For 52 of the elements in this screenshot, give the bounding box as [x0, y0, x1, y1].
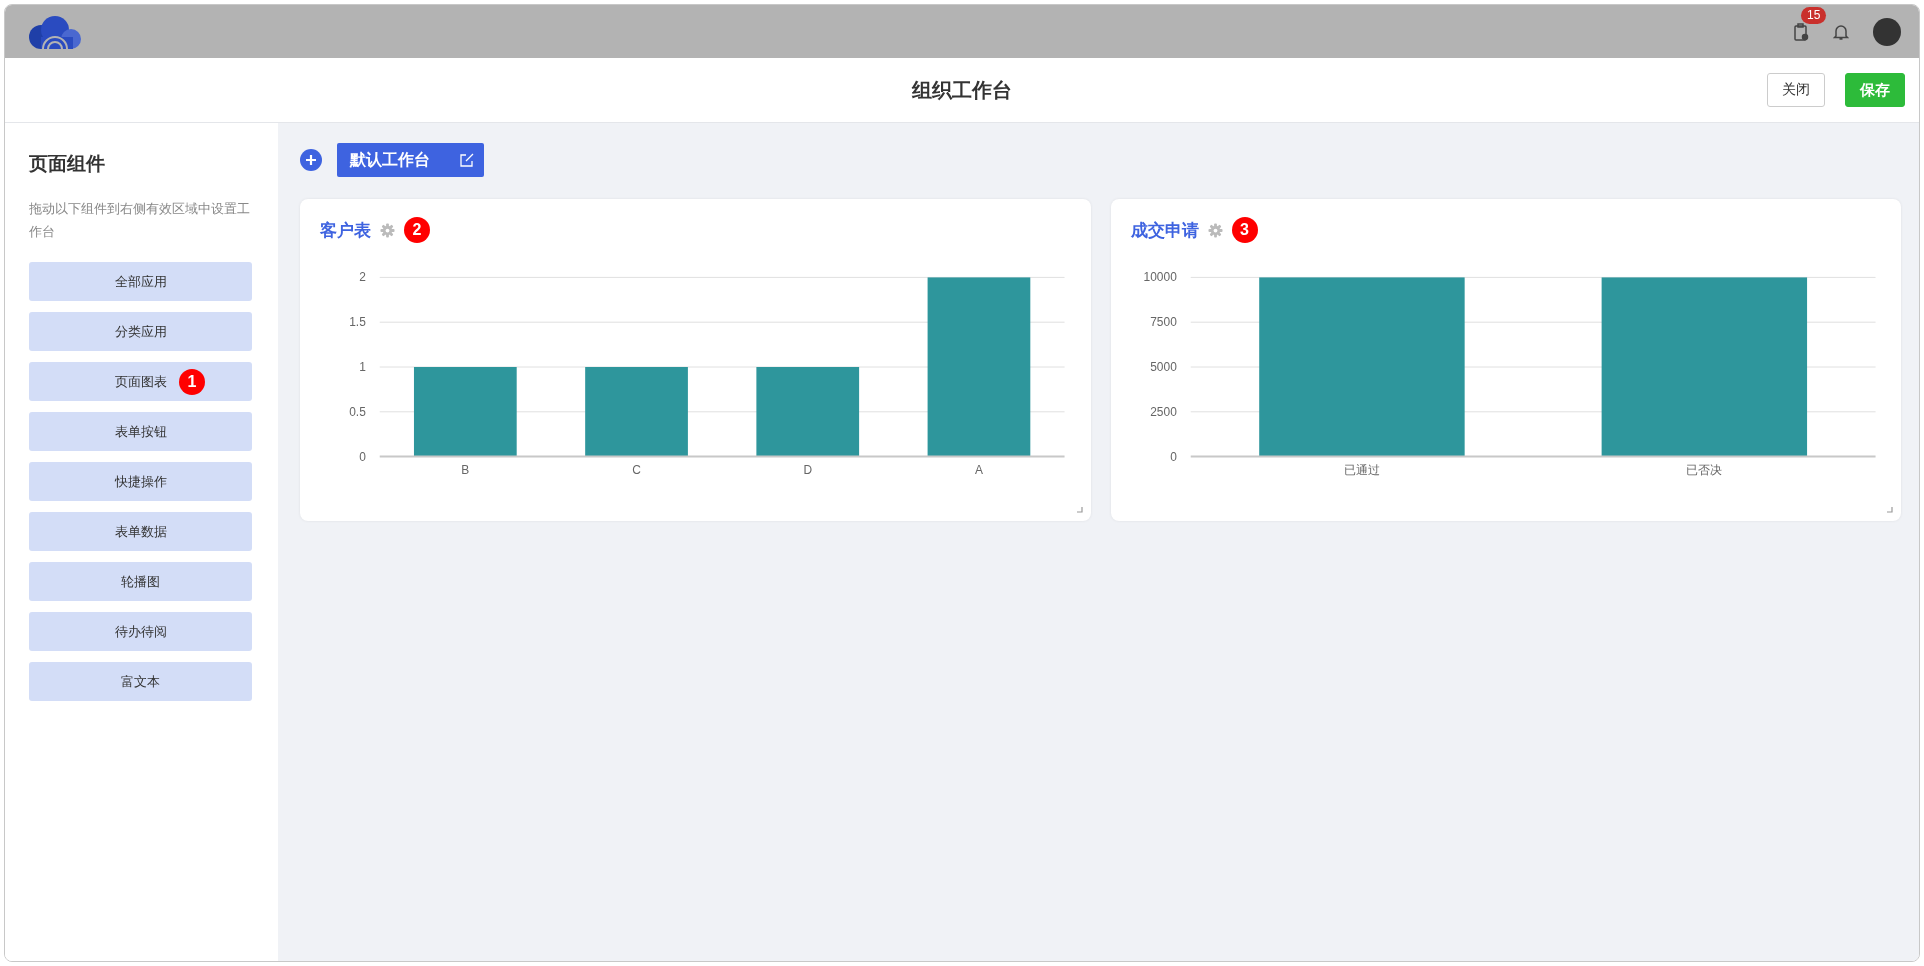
edit-icon[interactable] [460, 153, 474, 167]
panel-hint: 拖动以下组件到右侧有效区域中设置工作台 [29, 200, 251, 241]
workspace-tab[interactable]: 默认工作台 [337, 143, 484, 177]
resize-handle-icon[interactable] [1887, 507, 1893, 513]
bar[interactable] [585, 367, 688, 457]
axis-tick-label: 1.5 [349, 315, 366, 330]
bar[interactable] [413, 367, 517, 457]
bar[interactable] [1601, 277, 1807, 457]
resize-handle-icon[interactable] [1076, 507, 1083, 513]
component-item[interactable]: 表单数据 [114, 522, 167, 541]
bar[interactable] [927, 277, 1031, 457]
add-icon[interactable] [300, 149, 322, 171]
card-title: 成交申请 [1130, 219, 1199, 242]
axis-tick-label: 2 [359, 270, 366, 285]
axis-tick-label: 1 [359, 360, 366, 374]
axis-category-label: D [803, 463, 813, 477]
axis-tick-label: 0 [1169, 449, 1177, 464]
settings-icon[interactable] [380, 222, 395, 238]
axis-category-label: B [461, 463, 470, 477]
clipboard-icon[interactable] [1793, 22, 1809, 41]
component-item[interactable]: 分类应用 [114, 322, 167, 341]
axis-category-label: 已否决 [1685, 463, 1722, 477]
close-button[interactable]: 关闭 [1767, 73, 1825, 107]
page-title: 组织工作台 [912, 77, 1012, 103]
axis-tick-label: 0.5 [349, 404, 366, 419]
component-item[interactable]: 待办待阅 [114, 622, 167, 641]
cloud-logo-icon [27, 14, 83, 49]
axis-tick-label: 0 [359, 449, 366, 464]
panel-title: 页面组件 [29, 152, 106, 176]
axis-category-label: 已通过 [1343, 463, 1380, 477]
axis-tick-label: 10000 [1143, 270, 1177, 285]
axis-tick-label: 5000 [1149, 360, 1177, 374]
step-marker: 1 [179, 369, 205, 395]
axis-tick-label: 2500 [1149, 404, 1177, 419]
avatar[interactable] [1873, 17, 1901, 46]
axis-tick-label: 7500 [1149, 315, 1177, 330]
settings-icon[interactable] [1207, 222, 1223, 238]
notification-badge: 15 [1801, 6, 1827, 24]
bell-icon[interactable] [1833, 23, 1849, 40]
component-item[interactable]: 页面图表 [114, 372, 167, 391]
bar[interactable] [756, 367, 860, 457]
component-item[interactable]: 全部应用 [114, 272, 167, 291]
bar[interactable] [1258, 277, 1465, 457]
component-item[interactable]: 富文本 [121, 672, 160, 691]
component-item[interactable]: 轮播图 [121, 572, 160, 591]
axis-category-label: A [974, 463, 983, 477]
component-item[interactable]: 快捷操作 [114, 472, 167, 491]
card-title: 客户表 [320, 219, 371, 242]
axis-category-label: C [632, 463, 641, 477]
step-marker: 3 [1231, 217, 1258, 243]
step-marker: 2 [404, 217, 430, 243]
component-item[interactable]: 表单按钮 [114, 422, 167, 441]
